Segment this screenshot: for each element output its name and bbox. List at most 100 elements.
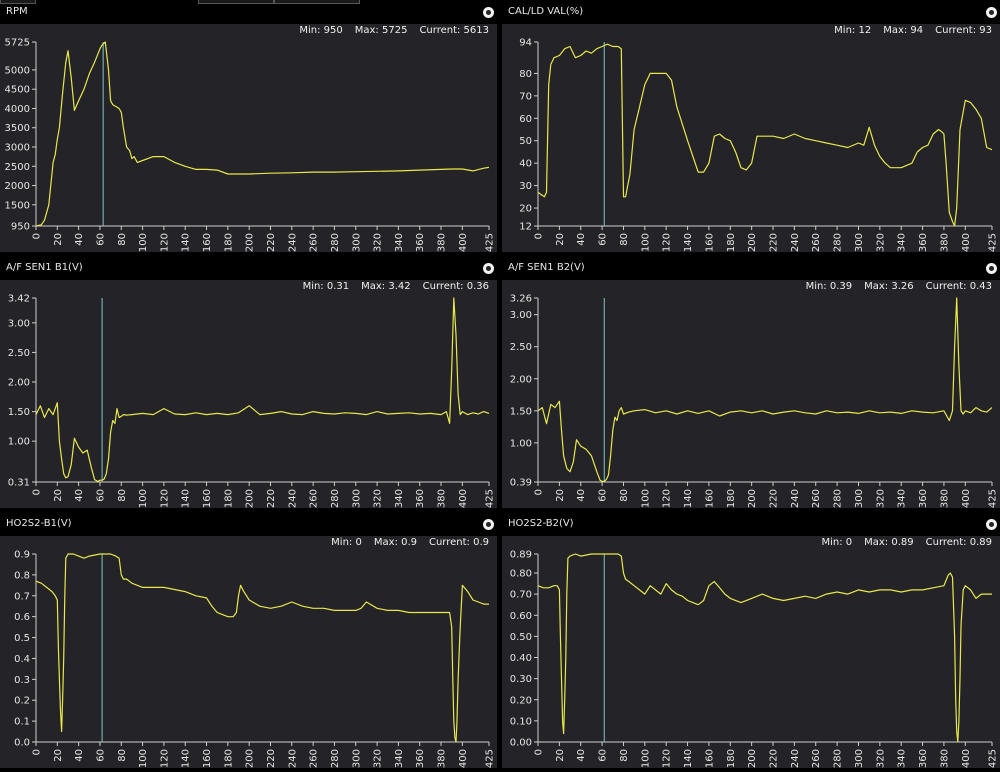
graph-options-icon[interactable] (483, 519, 494, 530)
graph-options-icon[interactable] (986, 519, 997, 530)
x-tick-label: 260 (811, 233, 822, 252)
x-tick-label: 380 (437, 749, 448, 768)
y-tick-label: 0.31 (8, 478, 30, 489)
graph-plot-area[interactable]: Min: 950 Max: 5725 Current: 5613 950 1500 200… (0, 24, 497, 252)
x-tick-label: 300 (854, 233, 865, 252)
x-tick-label: 340 (394, 749, 405, 768)
x-tick-label: 100 (138, 233, 149, 252)
series-line (35, 41, 490, 227)
series-line (537, 297, 993, 482)
graph-options-icon[interactable] (483, 7, 494, 18)
x-tick-label: 280 (833, 233, 844, 252)
graph-panel-calld: CAL/LD VAL(%) Min: 12 Max: 94 Current: 93 12… (502, 4, 1000, 252)
x-tick-label: 240 (790, 749, 801, 768)
y-tick-label: 1.00 (510, 438, 532, 449)
x-tick-label: 260 (309, 489, 320, 508)
y-tick-label: 20 (519, 204, 532, 215)
graph-panel-ho2_b1: HO2S2-B1(V) Min: 0 Max: 0.9 Current: 0.9 0.0… (0, 516, 497, 768)
x-tick-label: 300 (351, 749, 362, 768)
graph-plot-area[interactable]: Min: 12 Max: 94 Current: 93 12 20 30 40 50 60 70 8… (502, 24, 1000, 252)
graph-options-icon[interactable] (986, 263, 997, 274)
graph-plot-area[interactable]: Min: 0.31 Max: 3.42 Current: 0.36 0.31 1.00 1… (0, 280, 497, 508)
x-tick-label: 80 (117, 489, 128, 502)
x-tick-label: 300 (351, 233, 362, 252)
x-tick-label: 425 (485, 749, 496, 768)
y-tick-label: 0.80 (510, 569, 532, 580)
x-tick-label: 100 (640, 749, 651, 768)
y-tick-label: 0.00 (510, 738, 532, 749)
graph-plot-area[interactable]: Min: 0 Max: 0.89 Current: 0.89 0.00 0.10 0.20… (502, 536, 1000, 768)
x-tick-label: 100 (138, 489, 149, 508)
x-tick-label: 180 (726, 233, 737, 252)
y-tick-label: 4000 (5, 104, 30, 115)
x-tick-label: 200 (245, 233, 256, 252)
x-tick-label: 220 (266, 749, 277, 768)
x-tick-label: 400 (458, 749, 469, 768)
graph-plot-area[interactable]: Min: 0.39 Max: 3.26 Current: 0.43 0.39 1.00 1… (502, 280, 1000, 508)
y-tick-label: 40 (519, 159, 532, 170)
x-tick-label: 160 (202, 749, 213, 768)
graph-options-icon[interactable] (483, 263, 494, 274)
x-tick-label: 280 (833, 489, 844, 508)
x-tick-label: 140 (683, 749, 694, 768)
x-tick-label: 200 (747, 749, 758, 768)
series-line (35, 553, 489, 743)
x-tick-label: 280 (330, 233, 341, 252)
x-tick-label: 260 (309, 749, 320, 768)
y-tick-label: 3000 (5, 143, 30, 154)
y-tick-label: 3.42 (8, 294, 30, 305)
y-tick-label: 0.40 (510, 653, 532, 664)
graph-title: HO2S2-B1(V) (6, 518, 72, 529)
x-tick-label: 0 (32, 233, 43, 239)
graph-panel-ho2_b2: HO2S2-B2(V) Min: 0 Max: 0.89 Current: 0.89 0… (502, 516, 1000, 768)
y-tick-label: 2.00 (8, 378, 30, 389)
y-tick-label: 0.6 (14, 612, 30, 623)
y-tick-label: 3.26 (510, 294, 532, 305)
y-tick-label: 70 (519, 91, 532, 102)
y-tick-label: 0.7 (14, 591, 30, 602)
x-tick-label: 380 (939, 489, 950, 508)
x-tick-label: 320 (875, 233, 886, 252)
x-tick-label: 80 (117, 749, 128, 762)
y-tick-label: 1500 (5, 200, 30, 211)
x-tick-label: 180 (223, 233, 234, 252)
x-tick-label: 360 (918, 489, 929, 508)
x-tick-label: 20 (555, 489, 566, 502)
x-tick-label: 380 (437, 233, 448, 252)
y-tick-label: 2500 (5, 162, 30, 173)
x-tick-label: 400 (961, 489, 972, 508)
y-tick-label: 5725 (5, 38, 30, 49)
x-tick-label: 300 (351, 489, 362, 508)
x-tick-label: 160 (704, 233, 715, 252)
y-tick-label: 0.0 (14, 738, 30, 749)
x-tick-label: 20 (555, 233, 566, 246)
x-tick-label: 380 (437, 489, 448, 508)
x-tick-label: 240 (287, 489, 298, 508)
x-tick-label: 60 (598, 489, 609, 502)
graph-options-icon[interactable] (986, 7, 997, 18)
x-tick-label: 380 (939, 749, 950, 768)
x-tick-label: 140 (683, 489, 694, 508)
x-tick-label: 340 (897, 233, 908, 252)
x-tick-label: 20 (555, 749, 566, 762)
x-tick-label: 120 (159, 233, 170, 252)
x-tick-label: 120 (662, 233, 673, 252)
x-tick-label: 40 (74, 233, 85, 246)
x-tick-label: 140 (181, 489, 192, 508)
x-tick-label: 60 (95, 233, 106, 246)
x-tick-label: 200 (747, 233, 758, 252)
x-tick-label: 340 (897, 489, 908, 508)
graph-plot-area[interactable]: Min: 0 Max: 0.9 Current: 0.9 0.0 0.1 0.2 0.3 0.… (0, 536, 497, 768)
graph-svg: 0.00 0.10 0.20 0.30 0.40 0.50 0.60 0.70 0.80 0.89… (510, 550, 999, 769)
x-tick-label: 400 (961, 749, 972, 768)
y-tick-label: 4500 (5, 85, 30, 96)
y-tick-label: 0.39 (510, 478, 532, 489)
y-tick-label: 3.00 (8, 318, 30, 329)
x-tick-label: 40 (74, 749, 85, 762)
x-tick-label: 200 (245, 489, 256, 508)
graph-panel-af_b1: A/F SEN1 B1(V) Min: 0.31 Max: 3.42 Current:… (0, 260, 497, 508)
x-tick-label: 240 (790, 233, 801, 252)
graph-svg: 0.31 1.00 1.50 2.00 2.50 3.00 3.42 0 20 40 60 80 100… (8, 294, 496, 509)
x-tick-label: 180 (726, 749, 737, 768)
x-tick-label: 180 (223, 749, 234, 768)
